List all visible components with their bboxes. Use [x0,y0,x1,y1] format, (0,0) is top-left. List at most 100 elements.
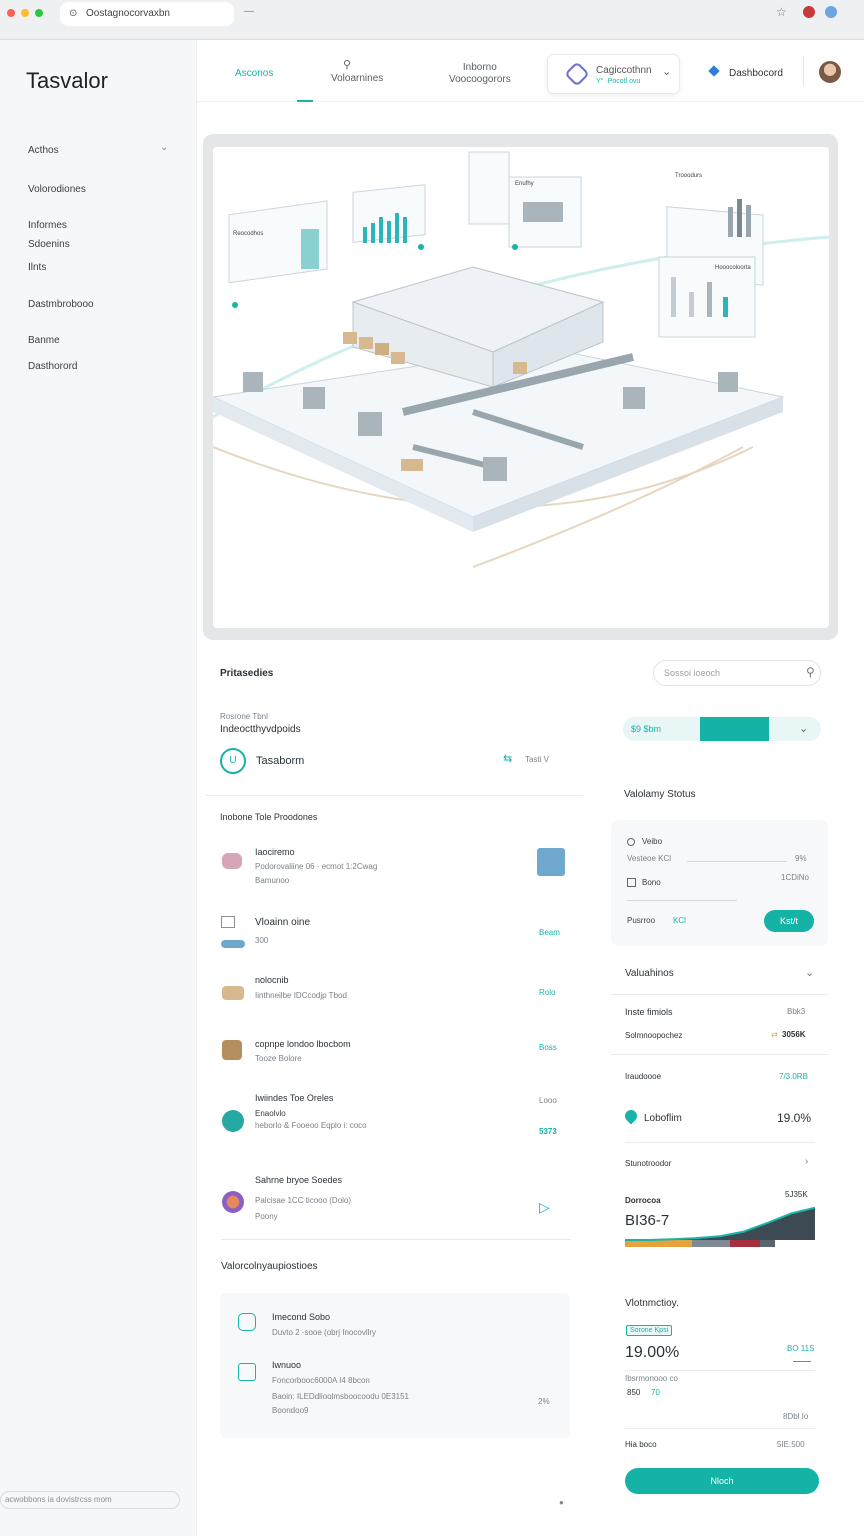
list-item[interactable]: Vloainn oine 300 Beam [205,910,583,950]
scroll-indicator-icon[interactable]: ● [559,1498,564,1507]
tab-inborno[interactable]: Inborno Voocoogorors [449,62,511,86]
list-item[interactable]: Iaociremo Podorovaliine 06 · ecmot 1:2Cw… [205,840,583,900]
section-title: Pritasedies [220,668,274,679]
valuation-big-value: 19.00% [625,1344,680,1361]
chart-block-corner: 5J35K [785,1190,808,1199]
profile-card[interactable]: Cagiccothnn Y° ·Pocotl ovu ⌄ [547,54,680,94]
list-item[interactable]: nolocnib Iinthneilbe IDCcodjp Tbod Rolo [205,970,583,1010]
left-panel: Pritasedies Rosrone Tbnl Indeoctthyvdpoi… [205,655,583,1155]
sidebar-item-acthos[interactable]: Acthos [28,145,59,156]
status-row1-sub: Vesteoe KCl [627,854,672,863]
chart-icon [238,1363,256,1381]
shuffle-icon[interactable]: ⇆ [503,752,512,765]
profile-card-title: Cagiccothnn [596,65,652,76]
sidebar-item-informes[interactable]: Informes [28,220,67,231]
document-icon [221,916,235,928]
tab-inborno-label: Inborno [462,62,497,73]
profile-icon[interactable] [825,6,837,18]
url-bar[interactable]: ⊙ Oostagnocorvaxbn [60,2,234,26]
list-item[interactable]: Iwiindes Toe Oreles Enaolvlo heborlo & F… [205,1090,583,1140]
maximize-window-dot[interactable] [35,9,43,17]
bottom-item-line1: Duvto 2 ·sooe (obrj Inocovllry [272,1328,377,1337]
left-footer-panel: ● [205,1470,583,1536]
sidebar-search-input[interactable]: acwobbons ia dovistrcss mom [0,1491,180,1509]
progress-pill-icon [221,940,245,948]
status-row2-label: Bono [642,878,661,887]
close-window-dot[interactable] [7,9,15,17]
valuation-sub2: 850 [627,1388,641,1397]
tab-asconos[interactable]: Asconos [235,68,273,80]
sidebar-item-volorodiones[interactable]: Volorodiones [28,184,86,195]
valuation-value: 3056K [782,1030,806,1039]
selector-extra[interactable]: Tasti V [525,755,549,764]
chevron-down-icon[interactable]: ⌄ [805,966,814,979]
status-title: Valolamy Stotus [624,789,696,800]
checkbox-icon[interactable] [627,878,636,887]
extra-line1: Palcisae 1CC ticooo (Dolo) [255,1196,352,1205]
new-tab-icon[interactable]: — [244,6,254,17]
tab-voloarnines[interactable]: Voloarnines [331,73,383,85]
hero-panel-label: Hooocoloorta [715,265,751,271]
sidebar-item-dastmbrobooo[interactable]: Dastmbrobooo [28,299,94,310]
radio-icon[interactable] [627,838,635,846]
valuation-value: Bbk3 [787,1007,806,1016]
profile-card-sub: Y° ·Pocotl ovu [596,78,641,85]
sidebar: Tasvalor Acthos ⌄ Volorodiones Informes … [0,40,197,1536]
list-item-title: Iaociremo [255,847,295,857]
status-action-button[interactable]: Kst/t [764,910,814,932]
list-item-line1: 300 [255,936,269,945]
bar-segment [730,1240,760,1247]
divider [687,861,787,862]
hero-panel-label: Reocodhos [233,231,263,237]
list-item-line1: Podorovaliine 06 · ecmot 1:2Cwag [255,862,378,871]
sidebar-item-sdoenins[interactable]: Sdoenins [28,239,70,250]
chevron-down-icon: ⌄ [799,723,809,735]
bag-icon [222,1040,242,1060]
lock-icon: ⊙ [69,8,78,19]
search-icon: ⚲ [343,59,352,71]
valuation-label[interactable]: Stunotroodor [625,1159,671,1168]
valuation-row2-label: Hia boco [625,1440,657,1449]
valuation-big-right: BO 11S [787,1344,815,1353]
valuation-value: 7/3.0RB [779,1072,808,1081]
slider-fill [700,717,769,741]
location-pin-icon [622,1107,640,1125]
chevron-down-icon: ⌄ [662,66,672,78]
url-text: Oostagnocorvaxbn [86,8,170,19]
bar-segment [760,1240,775,1247]
play-icon[interactable]: ▷ [539,1199,550,1216]
extra-title: Sahrne bryoe Soedes [255,1175,343,1185]
filter-slider[interactable]: $9 $bm ⌄ [623,717,821,741]
chevron-right-icon[interactable]: › [805,1156,808,1167]
dashboard-link[interactable]: Dashbocord [729,68,783,79]
valuation-row-right: 8Dbl Io [783,1412,809,1421]
selector-value[interactable]: Tasaborm [256,755,304,767]
donut-icon [222,1191,244,1213]
divider [627,900,737,901]
bottom-item-title: Iwnuoo [272,1360,302,1370]
minimize-window-dot[interactable] [21,9,29,17]
chevron-down-icon[interactable]: ⌄ [160,142,168,153]
divider [205,795,583,796]
avatar[interactable] [819,61,841,83]
sidebar-item-ilnts[interactable]: Ilnts [28,262,46,273]
divider [625,1370,815,1371]
power-icon[interactable]: U [220,748,246,774]
area-chart [625,1206,815,1247]
list-item[interactable]: copnpe londoo lbocbom Tooze Bolore Boss [205,1035,583,1075]
valuation-label: Solmnoopochez [625,1031,683,1040]
valuation-action-button[interactable]: Nloch [625,1468,819,1494]
area-series [625,1207,815,1240]
flower-icon [222,853,242,869]
list-item-value: 5373 [539,1127,557,1136]
valuation-sub2-teal: 70 [651,1388,660,1397]
sidebar-item-dasthorord[interactable]: Dasthorord [28,361,77,372]
sidebar-item-banme[interactable]: Banme [28,335,60,346]
nav-divider [803,56,804,86]
search-input[interactable]: Sossoi ioeoch ⚲ [653,660,821,686]
thumbnail-icon[interactable] [537,848,565,876]
star-icon[interactable]: ☆ [776,5,787,19]
extension-icon[interactable] [803,6,815,18]
divider [221,1239,571,1240]
valuations-title[interactable]: Valuahinos [625,968,674,979]
